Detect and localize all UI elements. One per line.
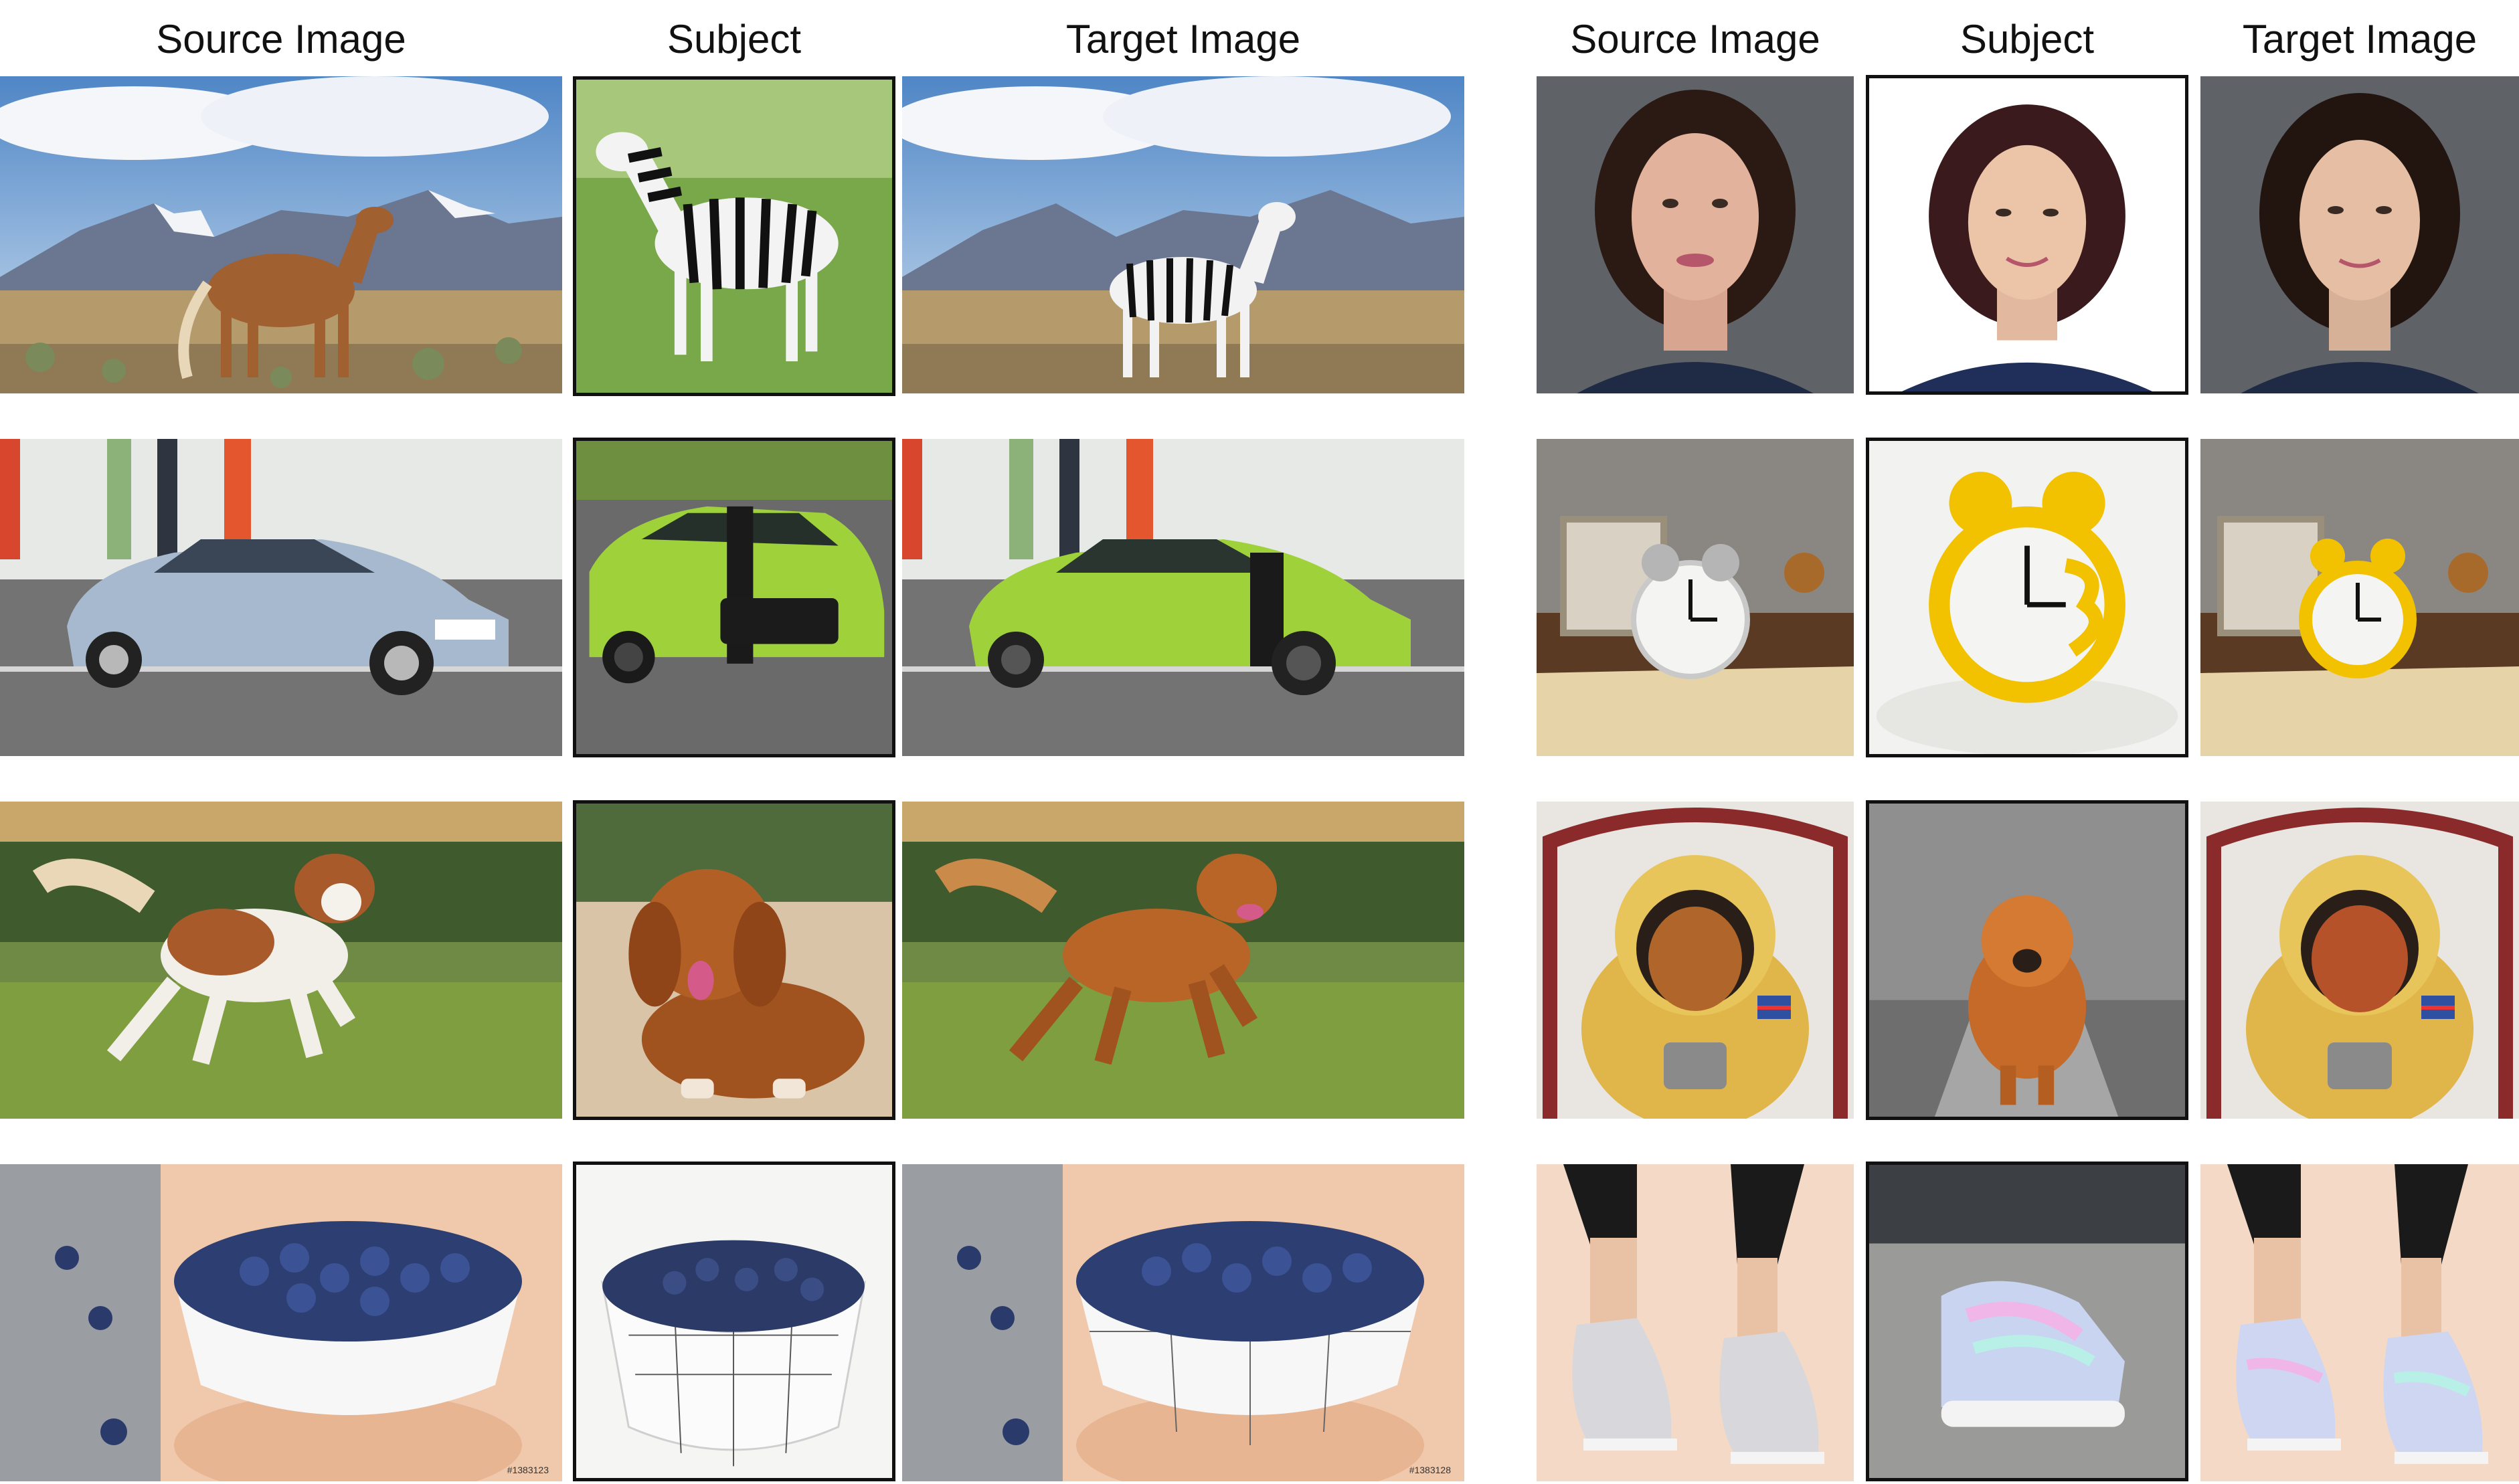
header-subject-right: Subject	[1960, 17, 2095, 62]
header-target-left: Target Image	[1065, 17, 1301, 62]
left-row2-target-image	[902, 439, 1464, 756]
left-row4-source-image: #1383123	[0, 1164, 562, 1481]
watermark-source: #1383123	[507, 1465, 549, 1475]
left-row4-target-image: #1383128	[902, 1164, 1464, 1481]
header-source-left: Source Image	[156, 17, 406, 62]
right-row2-subject-image	[1866, 438, 2188, 757]
right-row1-subject-image	[1866, 75, 2188, 395]
left-row1-source-image	[0, 76, 562, 393]
right-row2-target-image	[2200, 439, 2519, 756]
header-target-right: Target Image	[2242, 17, 2478, 62]
header-source-right: Source Image	[1570, 17, 1820, 62]
right-row3-subject-image	[1866, 800, 2188, 1120]
right-row4-subject-image	[1866, 1162, 2188, 1481]
right-row2-source-image	[1537, 439, 1854, 756]
right-row3-target-image	[2200, 802, 2519, 1119]
right-row4-target-image	[2200, 1164, 2519, 1481]
right-row1-target-image	[2200, 76, 2519, 393]
right-row1-source-image	[1537, 76, 1854, 393]
right-row4-source-image	[1537, 1164, 1854, 1481]
left-row2-source-image	[0, 439, 562, 756]
left-row1-target-image	[902, 76, 1464, 393]
watermark-target: #1383128	[1409, 1465, 1452, 1475]
left-row3-source-image	[0, 802, 562, 1119]
right-row3-source-image	[1537, 802, 1854, 1119]
left-row1-subject-image	[573, 76, 895, 396]
left-row2-subject-image	[573, 438, 895, 757]
left-row3-target-image	[902, 802, 1464, 1119]
left-row4-subject-image	[573, 1162, 895, 1481]
header-subject-left: Subject	[667, 17, 802, 62]
left-row3-subject-image	[573, 800, 895, 1120]
